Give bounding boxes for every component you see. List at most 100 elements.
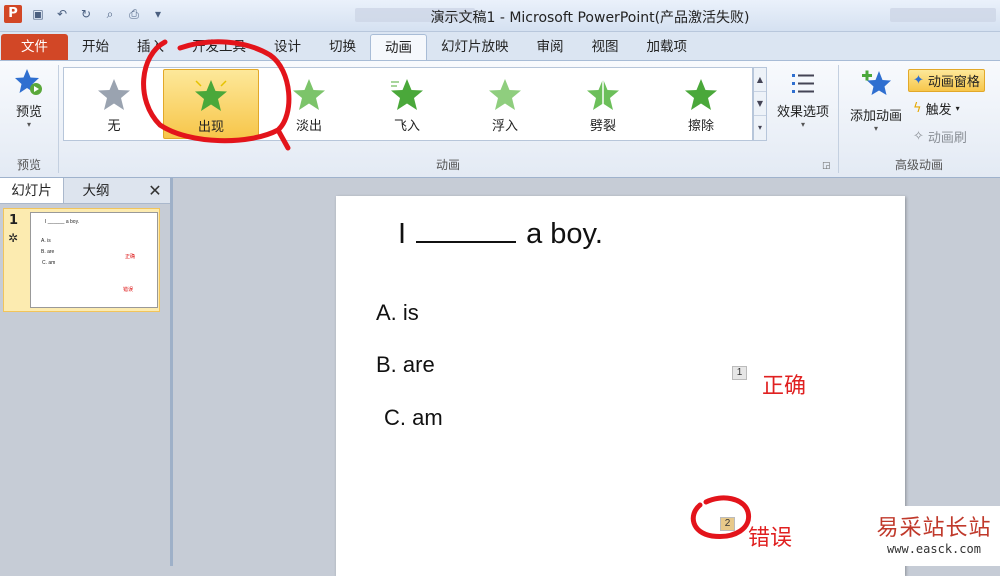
animation-painter-button[interactable]: ✧ 动画刷 <box>913 127 967 146</box>
effect-options-button[interactable]: 效果选项 ▾ <box>770 71 836 129</box>
add-animation-button[interactable]: 添加动画 ▾ <box>844 67 908 133</box>
star-gray-icon <box>98 79 130 110</box>
tab-developer[interactable]: 开发工具 <box>178 34 260 60</box>
title-word-i: I <box>398 218 407 250</box>
animation-appear[interactable]: 出现 <box>163 69 259 139</box>
animation-float-in[interactable]: 浮入 <box>457 69 553 139</box>
tab-file[interactable]: 文件 <box>1 34 68 60</box>
animation-split-label: 劈裂 <box>589 119 616 134</box>
title-bar: P ▣ ↶ ↻ ⌕ ⎙ ▾ 演示文稿1 - Microsoft PowerPoi… <box>0 0 1000 32</box>
thumb-wrong: 错误 <box>123 287 134 293</box>
slide-number: 1 <box>9 213 19 228</box>
close-icon[interactable]: ✕ <box>140 178 170 203</box>
animation-order-tag-2[interactable]: 2 <box>720 517 735 531</box>
animation-marker-icon: ✲ <box>8 231 19 245</box>
animation-pane-label: 动画窗格 <box>927 75 980 90</box>
animation-none-label: 无 <box>107 119 121 134</box>
wrong-label[interactable]: 错误 <box>748 520 792 552</box>
animation-fly-in-label: 飞入 <box>393 119 420 134</box>
animation-fade-label: 淡出 <box>295 119 322 134</box>
animation-order-tag-1[interactable]: 1 <box>732 366 747 380</box>
watermark-title: 易采站长站 <box>876 516 992 541</box>
blurred-taskbar-item <box>890 8 996 22</box>
slide-canvas[interactable]: Ia boy. A. is B. are C. am 1 正确 2 错误 <box>336 196 905 576</box>
thumb-option-a: A. is <box>41 238 51 244</box>
animation-float-in-label: 浮入 <box>491 119 518 134</box>
option-b[interactable]: B. are <box>376 352 435 378</box>
animation-wipe[interactable]: 擦除 <box>653 69 749 139</box>
star-fade-icon <box>293 79 325 110</box>
tab-view[interactable]: 视图 <box>578 34 633 60</box>
effect-options-label: 效果选项 <box>776 105 829 120</box>
thumb-option-b: B. are <box>41 249 55 255</box>
watermark: 易采站长站 www.easck.com <box>868 506 1000 566</box>
gallery-scroll-down-icon[interactable]: ▼ <box>754 92 766 116</box>
group-separator <box>838 65 839 173</box>
dropdown-arrow-icon: ▾ <box>800 120 805 129</box>
dialog-launcher-icon[interactable]: ◲ <box>822 161 831 171</box>
dropdown-arrow-icon: ▾ <box>955 104 960 113</box>
preview-button[interactable]: 预览 ▾ <box>6 67 52 129</box>
group-separator <box>58 65 59 173</box>
animation-painter-label: 动画刷 <box>927 131 967 146</box>
correct-label[interactable]: 正确 <box>762 368 806 400</box>
ribbon-tabs: 文件 开始 插入 开发工具 设计 切换 动画 幻灯片放映 审阅 视图 加载项 <box>0 32 1000 60</box>
slide-thumbnail-item[interactable]: 1 ✲ I ______ a boy. A. is B. are C. am 正… <box>3 208 160 312</box>
slide-title[interactable]: Ia boy. <box>398 218 603 251</box>
animation-none[interactable]: 无 <box>66 69 162 139</box>
title-word-boy: a boy. <box>526 218 603 250</box>
trigger-button[interactable]: ϟ 触发 ▾ <box>913 99 960 118</box>
tab-review[interactable]: 审阅 <box>523 34 578 60</box>
animation-pane-icon: ✦ <box>913 73 924 88</box>
tab-addins[interactable]: 加载项 <box>633 34 702 60</box>
gallery-scroll-up-icon[interactable]: ▲ <box>754 68 766 92</box>
animation-appear-label: 出现 <box>197 120 224 135</box>
animation-split[interactable]: 劈裂 <box>555 69 651 139</box>
slides-pane-tabs: 幻灯片 大纲 ✕ <box>0 178 170 204</box>
animation-pane-button[interactable]: ✦ 动画窗格 <box>908 69 985 92</box>
tab-slides[interactable]: 幻灯片 <box>0 178 64 203</box>
tab-animations[interactable]: 动画 <box>370 34 427 60</box>
window-title: 演示文稿1 - Microsoft PowerPoint(产品激活失败) <box>430 10 750 26</box>
add-animation-icon <box>862 70 891 95</box>
dropdown-arrow-icon: ▾ <box>873 124 878 133</box>
option-c[interactable]: C. am <box>384 405 443 431</box>
tab-insert[interactable]: 插入 <box>123 34 178 60</box>
tab-home[interactable]: 开始 <box>68 34 123 60</box>
animation-fade[interactable]: 淡出 <box>261 69 357 139</box>
star-floatin-icon <box>489 79 521 110</box>
slides-pane: 幻灯片 大纲 ✕ 1 ✲ I ______ a boy. A. is B. ar… <box>0 178 170 566</box>
animation-fly-in[interactable]: 飞入 <box>359 69 455 139</box>
title-blank <box>416 219 517 243</box>
group-label-preview: 预览 <box>16 158 41 172</box>
preview-star-icon <box>15 69 42 95</box>
thumb-option-c: C. am <box>42 260 56 266</box>
add-animation-label: 添加动画 <box>849 109 902 124</box>
tab-transitions[interactable]: 切换 <box>315 34 370 60</box>
ribbon-animations: 预览 ▾ 预览 无 出现 淡出 飞入 浮入 劈裂 擦除 ▲ ▼ ▾ 效果选项 ▾… <box>0 60 1000 178</box>
star-split-icon <box>587 79 619 110</box>
option-a[interactable]: A. is <box>376 300 419 326</box>
thumb-title: I ______ a boy. <box>45 219 80 225</box>
animation-wipe-label: 擦除 <box>687 119 714 134</box>
thumb-correct: 正确 <box>125 254 136 260</box>
group-label-animation: 动画 <box>435 158 460 172</box>
animation-gallery: 无 出现 淡出 飞入 浮入 劈裂 擦除 <box>63 67 753 141</box>
tab-outline[interactable]: 大纲 <box>64 178 128 203</box>
tab-slideshow[interactable]: 幻灯片放映 <box>427 34 523 60</box>
gallery-more-icon[interactable]: ▾ <box>754 116 766 140</box>
gallery-scroll: ▲ ▼ ▾ <box>753 67 767 141</box>
slide-thumbnail: I ______ a boy. A. is B. are C. am 正确 错误 <box>30 212 158 308</box>
tab-design[interactable]: 设计 <box>260 34 315 60</box>
group-label-advanced: 高级动画 <box>894 158 943 172</box>
watermark-url: www.easck.com <box>887 542 981 556</box>
painter-icon: ✧ <box>913 129 924 144</box>
dropdown-arrow-icon: ▾ <box>26 120 31 129</box>
effect-options-icon <box>792 74 814 93</box>
star-green-icon <box>195 80 227 111</box>
preview-label: 预览 <box>15 105 42 120</box>
star-flyin-icon <box>391 79 423 110</box>
lightning-icon: ϟ <box>913 101 922 116</box>
trigger-label: 触发 <box>925 103 952 118</box>
star-wipe-icon <box>685 79 717 110</box>
